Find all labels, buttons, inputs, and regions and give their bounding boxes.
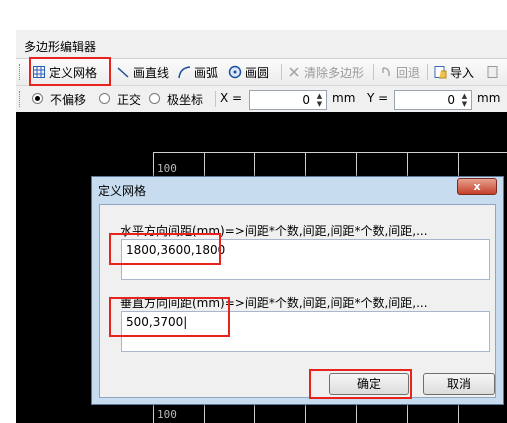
cancel-button[interactable]: 取消 bbox=[423, 373, 495, 395]
draw-circle-label: 画圆 bbox=[245, 65, 270, 80]
draw-line-label: 画直线 bbox=[133, 65, 170, 80]
polar-label: 极坐标 bbox=[167, 93, 204, 107]
ok-button[interactable]: 确定 bbox=[329, 373, 409, 395]
undo-label: 回退 bbox=[396, 65, 421, 80]
undo-icon bbox=[379, 65, 393, 79]
toolbar-grip[interactable] bbox=[19, 64, 23, 80]
ortho-label: 正交 bbox=[117, 93, 142, 107]
toolbar-separator bbox=[427, 64, 428, 80]
import-label: 导入 bbox=[450, 65, 475, 80]
no-offset-label: 不偏移 bbox=[50, 93, 87, 107]
arc-icon bbox=[177, 65, 191, 79]
options-bar: 不偏移 正交 极坐标 X = 0 ▲ ▼ mm Y = 0 ▲ ▼ mm bbox=[16, 88, 507, 112]
undo-button[interactable]: 回退 bbox=[379, 61, 420, 83]
circle-icon bbox=[228, 65, 242, 79]
toolbar: 定义网格 画直线 画弧 画圆 清除多边形 回退 导入 bbox=[16, 58, 507, 86]
y-spinner[interactable]: ▲ ▼ bbox=[459, 92, 470, 108]
x-value: 0 bbox=[302, 93, 310, 107]
y-unit: mm bbox=[477, 91, 501, 105]
x-label: X = bbox=[220, 91, 243, 105]
x-spinner[interactable]: ▲ ▼ bbox=[314, 92, 325, 108]
dialog-body: 水平方向间距(mm)=>间距*个数,间距,间距*个数,间距,... 1800,3… bbox=[99, 204, 496, 398]
export-button[interactable] bbox=[486, 61, 500, 83]
grid-icon bbox=[32, 65, 46, 79]
draw-circle-button[interactable]: 画圆 bbox=[228, 61, 269, 83]
dialog-title: 定义网格 bbox=[98, 184, 147, 198]
draw-arc-label: 画弧 bbox=[194, 65, 219, 80]
import-button[interactable]: 导入 bbox=[433, 61, 474, 83]
ortho-radio[interactable] bbox=[99, 93, 110, 104]
x-input[interactable]: 0 ▲ ▼ bbox=[249, 90, 327, 110]
toolbar-separator bbox=[281, 64, 282, 80]
toolbar-separator bbox=[373, 64, 374, 80]
horizontal-spacing-value: 1800,3600,1800 bbox=[126, 243, 226, 257]
grid-label-top: 100 bbox=[157, 162, 177, 175]
clear-polygon-label: 清除多边形 bbox=[304, 65, 365, 80]
polar-radio[interactable] bbox=[149, 93, 160, 104]
define-grid-dialog: 定义网格 x 水平方向间距(mm)=>间距*个数,间距,间距*个数,间距,...… bbox=[91, 176, 504, 405]
clear-polygon-button[interactable]: 清除多边形 bbox=[287, 61, 364, 83]
y-value: 0 bbox=[447, 93, 455, 107]
horizontal-spacing-label: 水平方向间距(mm)=>间距*个数,间距,间距*个数,间距,... bbox=[120, 224, 428, 238]
define-grid-label: 定义网格 bbox=[49, 65, 98, 80]
draw-arc-button[interactable]: 画弧 bbox=[177, 61, 218, 83]
grid-label-bottom: 100 bbox=[157, 408, 177, 421]
no-offset-radio[interactable] bbox=[32, 93, 43, 104]
define-grid-button[interactable]: 定义网格 bbox=[32, 61, 97, 83]
export-icon bbox=[486, 65, 500, 79]
grid-line bbox=[153, 152, 507, 153]
text-cursor: | bbox=[183, 315, 188, 329]
toolbar-separator bbox=[110, 64, 111, 80]
y-input[interactable]: 0 ▲ ▼ bbox=[394, 90, 472, 110]
vertical-spacing-label: 垂直方向间距(mm)=>间距*个数,间距,间距*个数,间距,... bbox=[120, 296, 428, 310]
vertical-spacing-input[interactable]: 500,3700| bbox=[121, 311, 490, 352]
close-icon[interactable]: x bbox=[457, 178, 497, 195]
line-icon bbox=[116, 65, 130, 79]
window-title: 多边形编辑器 bbox=[24, 40, 97, 54]
x-icon bbox=[287, 65, 301, 79]
vertical-spacing-value: 500,3700 bbox=[126, 315, 184, 329]
draw-line-button[interactable]: 画直线 bbox=[116, 61, 169, 83]
horizontal-spacing-input[interactable]: 1800,3600,1800 bbox=[121, 239, 490, 280]
options-separator bbox=[215, 91, 216, 107]
x-unit: mm bbox=[332, 91, 356, 105]
y-label: Y = bbox=[367, 91, 389, 105]
options-grip[interactable] bbox=[19, 91, 23, 107]
import-icon bbox=[433, 65, 447, 79]
